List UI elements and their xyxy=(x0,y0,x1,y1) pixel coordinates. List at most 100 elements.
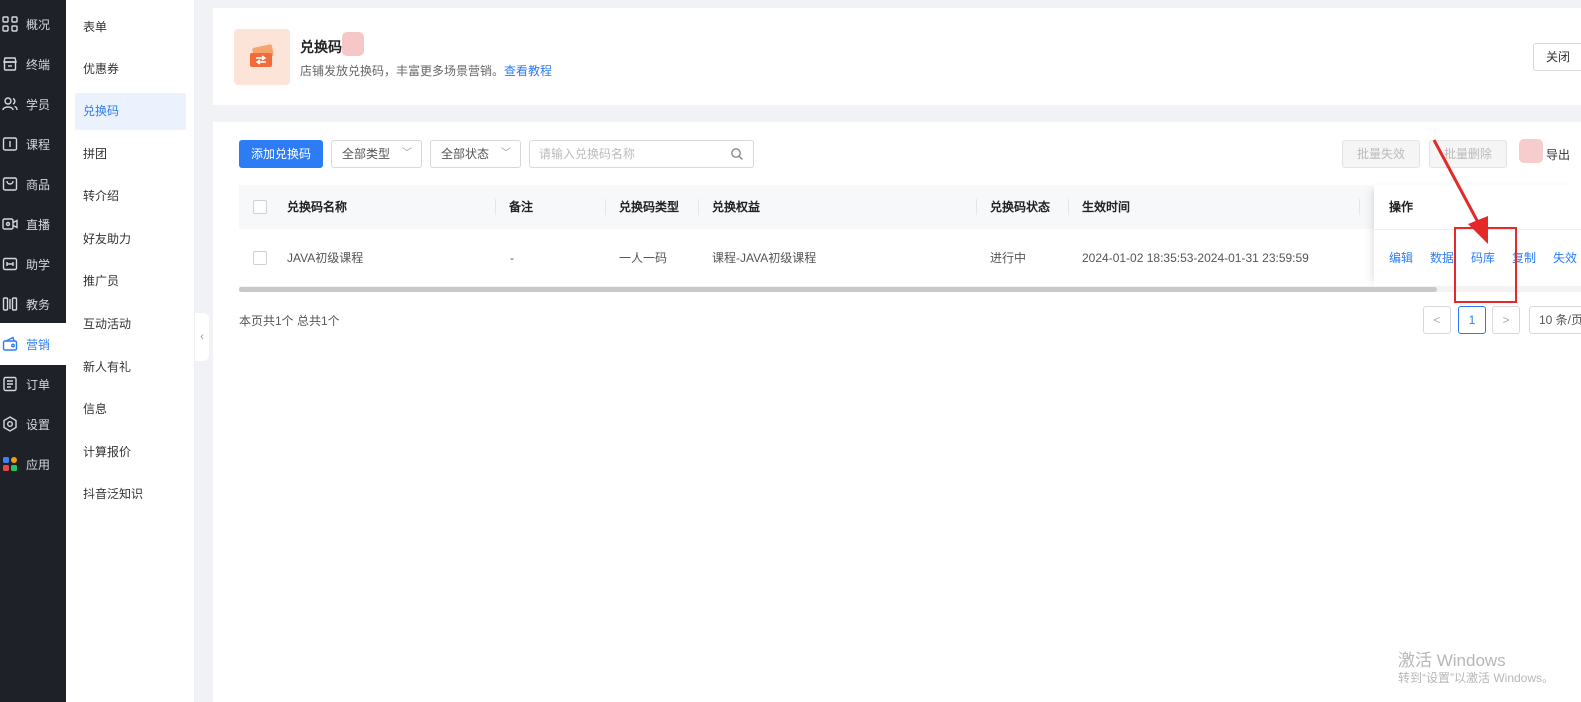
nav-item-settings[interactable]: 设置 xyxy=(0,404,66,444)
blurred-badge xyxy=(1519,139,1543,163)
column-header-benefit: 兑换权益 xyxy=(712,200,761,214)
edit-action-link[interactable]: 编辑 xyxy=(1389,229,1413,287)
marketing-submenu: 表单 优惠券 兑换码 拼团 转介绍 好友助力 推广员 互动活动 新人有礼 信息 … xyxy=(66,0,195,702)
submenu-item-coupon[interactable]: 优惠券 xyxy=(75,51,186,88)
column-header-time: 生效时间 xyxy=(1082,200,1131,214)
nav-item-assist[interactable]: 助学 xyxy=(0,244,66,284)
course-icon xyxy=(2,137,18,151)
column-divider xyxy=(698,199,699,215)
nav-item-label: 助学 xyxy=(26,257,51,272)
submenu-item-form[interactable]: 表单 xyxy=(75,9,186,46)
nav-item-goods[interactable]: 商品 xyxy=(0,164,66,204)
column-header-remark: 备注 xyxy=(509,200,534,214)
type-filter-value: 全部类型 xyxy=(342,147,391,161)
red-arrow-icon xyxy=(1432,139,1488,244)
store-icon xyxy=(3,57,17,71)
grid-icon xyxy=(2,16,18,32)
cell-time: 2024-01-02 18:35:53-2024-01-31 23:59:59 xyxy=(1082,251,1309,265)
nav-item-marketing[interactable]: 营销 xyxy=(0,324,66,364)
assist-icon xyxy=(2,257,18,271)
nav-item-overview[interactable]: 概况 xyxy=(0,4,66,44)
cell-name: JAVA初级课程 xyxy=(287,251,364,265)
apps-icon xyxy=(3,457,17,471)
submenu-item-group-buy[interactable]: 拼团 xyxy=(75,136,186,173)
submenu-item-info[interactable]: 信息 xyxy=(75,391,186,428)
nav-item-label: 概况 xyxy=(26,17,51,32)
next-page-button[interactable]: > xyxy=(1492,306,1520,334)
column-header-status: 兑换码状态 xyxy=(990,200,1051,214)
row-checkbox[interactable] xyxy=(253,251,267,265)
submenu-item-quote[interactable]: 计算报价 xyxy=(75,434,186,471)
cell-remark: - xyxy=(510,251,514,265)
cell-benefit: 课程-JAVA初级课程 xyxy=(712,251,817,265)
chevron-down-icon: ﹀ xyxy=(402,148,412,159)
live-icon xyxy=(2,218,18,230)
nav-item-label: 订单 xyxy=(26,377,51,392)
redeem-code-list: 添加兑换码 全部类型 ﹀ 全部状态 ﹀ 批量失效 批量删除 导出 兑换码名称 备… xyxy=(213,122,1581,702)
type-filter-select[interactable]: 全部类型 ﹀ xyxy=(331,140,422,168)
prev-page-button[interactable]: < xyxy=(1423,306,1451,334)
scrollbar-thumb[interactable] xyxy=(239,287,1437,292)
column-header-name: 兑换码名称 xyxy=(287,200,348,214)
page-size-select[interactable]: 10 条/页 xyxy=(1529,306,1581,334)
nav-item-live[interactable]: 直播 xyxy=(0,204,66,244)
submenu-item-douyin[interactable]: 抖音泛知识 xyxy=(75,476,186,513)
column-header-type: 兑换码类型 xyxy=(619,200,680,214)
description-text: 店铺发放兑换码，丰富更多场景营销。 xyxy=(300,64,505,78)
cell-status: 进行中 xyxy=(990,251,1027,265)
collapse-submenu-button[interactable]: ‹ xyxy=(195,313,209,361)
submenu-item-interactive[interactable]: 互动活动 xyxy=(75,306,186,343)
page-title: 兑换码 xyxy=(300,39,342,55)
export-button[interactable]: 导出 xyxy=(1546,146,1570,163)
nav-item-students[interactable]: 学员 xyxy=(0,84,66,124)
nav-item-courses[interactable]: 课程 xyxy=(0,124,66,164)
column-divider xyxy=(1068,199,1069,215)
users-icon xyxy=(2,97,18,111)
pagination-summary: 本页共1个 总共1个 xyxy=(239,314,340,328)
submenu-item-redeem-code[interactable]: 兑换码 xyxy=(75,93,186,130)
search-input[interactable] xyxy=(530,141,720,167)
submenu-item-newcomer-gift[interactable]: 新人有礼 xyxy=(75,349,186,386)
bag-icon xyxy=(2,177,18,191)
blurred-badge xyxy=(342,32,364,56)
column-divider xyxy=(976,199,977,215)
gear-icon xyxy=(3,416,17,432)
select-all-checkbox[interactable] xyxy=(253,200,267,214)
activation-watermark-subtitle: 转到“设置”以激活 Windows。 xyxy=(1398,671,1555,685)
add-redeem-code-button[interactable]: 添加兑换码 xyxy=(239,140,323,168)
page-header: 兑换码 店铺发放兑换码，丰富更多场景营销。查看教程 关闭 xyxy=(213,8,1581,105)
status-filter-value: 全部状态 xyxy=(441,147,490,161)
invalidate-action-link[interactable]: 失效 xyxy=(1553,229,1577,287)
primary-nav: 概况 终端 学员 课程 商品 直播 助学 教务 营销 订单 设置 应用 xyxy=(0,0,66,702)
activation-watermark-title: 激活 Windows xyxy=(1398,651,1506,670)
search-box xyxy=(529,140,754,168)
nav-item-label: 终端 xyxy=(26,57,51,72)
chevron-down-icon: ﹀ xyxy=(501,148,511,159)
nav-item-academic[interactable]: 教务 xyxy=(0,284,66,324)
submenu-item-promoter[interactable]: 推广员 xyxy=(75,263,186,300)
nav-item-label: 课程 xyxy=(26,137,51,152)
search-icon[interactable] xyxy=(730,147,744,161)
submenu-item-referral[interactable]: 转介绍 xyxy=(75,178,186,215)
column-divider xyxy=(1359,199,1360,215)
nav-item-label: 设置 xyxy=(26,417,51,432)
nav-item-label: 商品 xyxy=(26,177,51,192)
marketing-icon xyxy=(2,336,18,351)
nav-item-terminal[interactable]: 终端 xyxy=(0,44,66,84)
nav-item-orders[interactable]: 订单 xyxy=(0,364,66,404)
page-1-button[interactable]: 1 xyxy=(1458,306,1486,334)
order-icon xyxy=(3,376,17,392)
tutorial-link[interactable]: 查看教程 xyxy=(504,64,552,78)
chevron-left-icon: ‹ xyxy=(200,331,204,343)
submenu-item-friend-assist[interactable]: 好友助力 xyxy=(75,221,186,258)
columns-icon xyxy=(2,297,18,311)
page-description: 店铺发放兑换码，丰富更多场景营销。查看教程 xyxy=(300,62,552,79)
close-button[interactable]: 关闭 xyxy=(1533,43,1581,71)
nav-item-label: 学员 xyxy=(26,97,51,112)
cell-type: 一人一码 xyxy=(619,251,668,265)
ticket-icon xyxy=(234,29,290,85)
batch-invalidate-button[interactable]: 批量失效 xyxy=(1342,140,1420,168)
column-divider xyxy=(495,199,496,215)
status-filter-select[interactable]: 全部状态 ﹀ xyxy=(430,140,521,168)
nav-item-apps[interactable]: 应用 xyxy=(0,444,66,484)
